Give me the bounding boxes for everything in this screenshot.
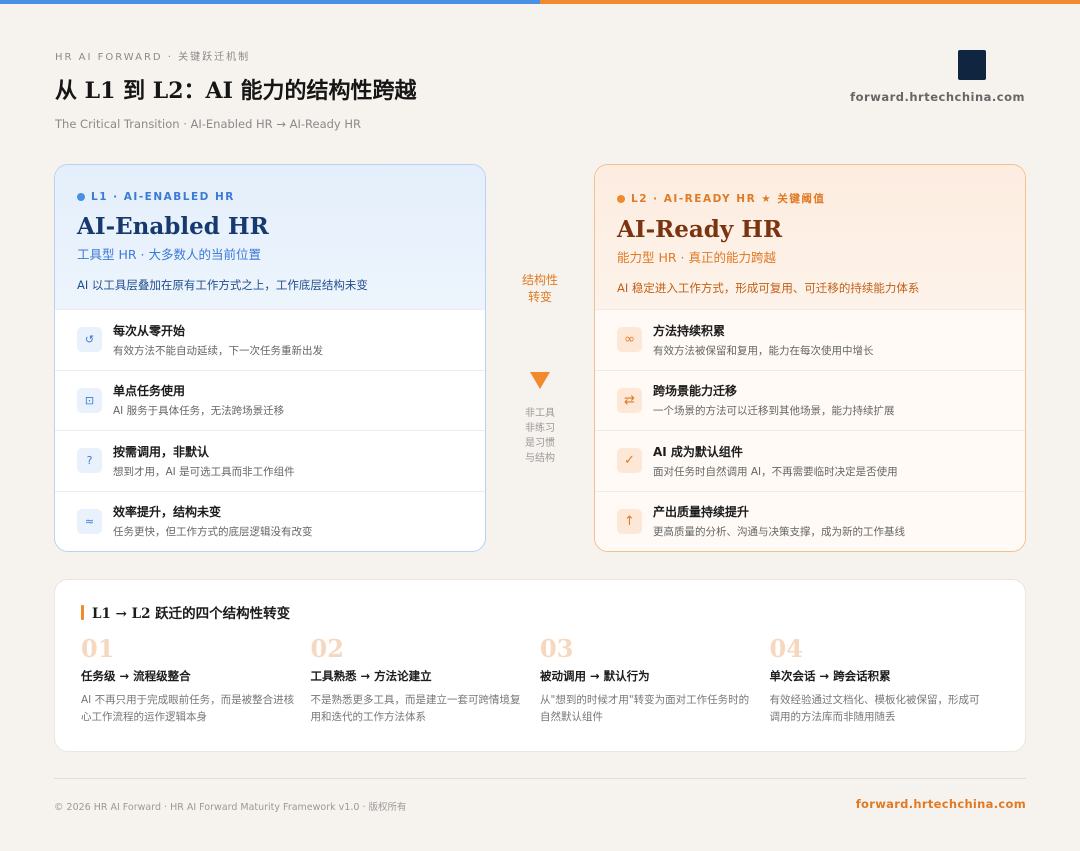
l2-subtitle: 能力型 HR · 真正的能力跨越 [617,250,776,265]
item-title: 效率提升，结构未变 [113,505,222,520]
step-number: 01 [81,634,115,663]
step-item: 02 工具熟悉 → 方法论建立 不是熟悉更多工具，而是建立一套可跨情境复用和迭代… [311,636,541,726]
l1-items: ↺ 每次从零开始有效方法不能自动延续，下一次任务重新出发 ⊡ 单点任务使用 AI … [55,309,485,551]
l2-description: AI 稳定进入工作方式，形成可复用、可迁移的持续能力体系 [617,281,920,295]
accent-bar [81,604,84,620]
site-link-top[interactable]: forward.hrtechchina.com [850,90,1025,104]
copyright: © 2026 HR AI Forward · HR AI Forward Mat… [54,802,407,813]
item-desc: 任务更快，但工作方式的底层逻辑没有改变 [113,526,313,539]
item-title: 单点任务使用 [113,384,186,399]
transition-label-line1: 结构性 [521,273,558,287]
l2-title: AI-Ready HR [617,216,783,243]
l1-card-header: L1 · AI-ENABLED HR AI-Enabled HR 工具型 HR … [55,165,485,309]
l2-card-header: L2 · AI-READY HR ★ 关键阈值 AI-Ready HR 能力型 … [595,165,1025,309]
transition-notes: 非工具 非练习 是习惯 与结构 [488,406,592,466]
list-item: ⇄ 跨场景能力迁移一个场景的方法可以迁移到其他场景，能力持续扩展 [595,369,1025,431]
approx-icon: ≈ [77,508,102,534]
item-desc: 面对任务时自然调用 AI，不再需要临时决定是否使用 [653,465,898,478]
transition-label-line2: 转变 [527,290,552,304]
item-title: 方法持续积累 [653,323,726,338]
step-item: 03 被动调用 → 默认行为 从"想到的时候才用"转变为面对工作任务时的自然默认… [540,636,770,726]
step-title: 单次会话 → 跨会话积累 [769,669,891,683]
check-icon: ✓ [617,448,642,474]
item-desc: 一个场景的方法可以迁移到其他场景，能力持续扩展 [653,405,895,418]
step-desc: 有效经验通过文档化、模板化被保留，形成可调用的方法库而非随用随丢 [769,694,980,723]
step-number: 03 [540,634,574,663]
list-item: ⊡ 单点任务使用 AI 服务于具体任务，无法跨场景迁移 [55,369,485,431]
l2-badge: L2 · AI-READY HR ★ 关键阈值 [617,191,1003,206]
step-desc: 不是熟悉更多工具，而是建立一套可跨情境复用和迭代的工作方法体系 [310,694,521,723]
list-item: ∞ 方法持续积累有效方法被保留和复用，能力在每次使用中增长 [595,309,1025,370]
item-title: 跨场景能力迁移 [653,384,738,399]
transition-label: 结构性 转变 [488,272,592,306]
top-accent-bar [0,0,1080,4]
step-title: 工具熟悉 → 方法论建立 [310,669,432,683]
transition-column: 结构性 转变 非工具 非练习 是习惯 与结构 [488,164,592,552]
item-desc: AI 服务于具体任务，无法跨场景迁移 [113,405,285,418]
l1-badge: L1 · AI-ENABLED HR [77,191,463,203]
square-dot-icon: ⊡ [77,387,102,413]
step-item: 04 单次会话 → 跨会话积累 有效经验通过文档化、模板化被保留，形成可调用的方… [770,636,1000,726]
steps-row: 01 任务级 → 流程级整合 AI 不再只用于完成眼前任务，而是被整合进核心工作… [81,636,999,726]
transition-note: 非练习 [525,423,555,434]
transition-note: 与结构 [525,453,555,464]
site-link-bottom[interactable]: forward.hrtechchina.com [856,797,1026,811]
question-icon: ? [77,448,102,474]
panel-title-text: L1 → L2 跃迁的四个结构性转变 [92,606,291,622]
page-subtitle: The Critical Transition · AI-Enabled HR … [55,117,362,131]
l2-items: ∞ 方法持续积累有效方法被保留和复用，能力在每次使用中增长 ⇄ 跨场景能力迁移一… [595,309,1025,551]
item-title: 按需调用，非默认 [113,444,210,459]
item-desc: 有效方法不能自动延续，下一次任务重新出发 [113,344,323,357]
item-desc: 有效方法被保留和复用，能力在每次使用中增长 [653,344,874,357]
step-title: 被动调用 → 默认行为 [540,669,650,683]
step-desc: AI 不再只用于完成眼前任务，而是被整合进核心工作流程的运作逻辑本身 [81,694,295,723]
list-item: ↺ 每次从零开始有效方法不能自动延续，下一次任务重新出发 [55,309,485,370]
step-number: 04 [769,634,803,663]
l2-card: L2 · AI-READY HR ★ 关键阈值 AI-Ready HR 能力型 … [594,164,1026,552]
item-desc: 更高质量的分析、沟通与决策支撑，成为新的工作基线 [653,526,905,539]
list-item: ↑ 产出质量持续提升更高质量的分析、沟通与决策支撑，成为新的工作基线 [595,490,1025,552]
l1-badge-label: L1 · AI-ENABLED HR [91,191,235,203]
transition-note: 是习惯 [525,438,555,449]
item-title: 每次从零开始 [113,323,186,338]
l1-subtitle: 工具型 HR · 大多数人的当前位置 [77,247,261,262]
l1-title: AI-Enabled HR [77,213,269,240]
transitions-panel: L1 → L2 跃迁的四个结构性转变 01 任务级 → 流程级整合 AI 不再只… [54,579,1026,752]
logo [958,50,986,80]
eyebrow: HR AI FORWARD · 关键跃迁机制 [55,52,251,63]
transition-note: 非工具 [525,408,555,419]
list-item: ≈ 效率提升，结构未变任务更快，但工作方式的底层逻辑没有改变 [55,490,485,552]
step-desc: 从"想到的时候才用"转变为面对工作任务时的自然默认组件 [540,694,750,723]
dot-icon [77,193,85,201]
refresh-icon: ↺ [77,327,102,353]
item-title: 产出质量持续提升 [653,505,750,520]
item-desc: 想到才用，AI 是可选工具而非工作组件 [113,465,295,478]
l2-badge-label: L2 · AI-READY HR ★ 关键阈值 [631,193,826,205]
step-title: 任务级 → 流程级整合 [81,669,191,683]
arrow-down-icon [530,372,550,389]
panel-title: L1 → L2 跃迁的四个结构性转变 [81,602,999,622]
page-header: HR AI FORWARD · 关键跃迁机制 从 L1 到 L2：AI 能力的结… [55,48,1027,138]
footer-divider [54,778,1026,779]
infinity-icon: ∞ [617,327,642,353]
l1-description: AI 以工具层叠加在原有工作方式之上，工作底层结构未变 [77,278,368,292]
l1-card: L1 · AI-ENABLED HR AI-Enabled HR 工具型 HR … [54,164,486,552]
step-item: 01 任务级 → 流程级整合 AI 不再只用于完成眼前任务，而是被整合进核心工作… [81,636,311,726]
list-item: ✓ AI 成为默认组件面对任务时自然调用 AI，不再需要临时决定是否使用 [595,430,1025,491]
swap-icon: ⇄ [617,387,642,413]
list-item: ? 按需调用，非默认想到才用，AI 是可选工具而非工作组件 [55,430,485,491]
arrow-up-icon: ↑ [617,508,642,534]
dot-icon [617,194,625,203]
item-title: AI 成为默认组件 [653,444,743,459]
step-number: 02 [310,634,344,663]
